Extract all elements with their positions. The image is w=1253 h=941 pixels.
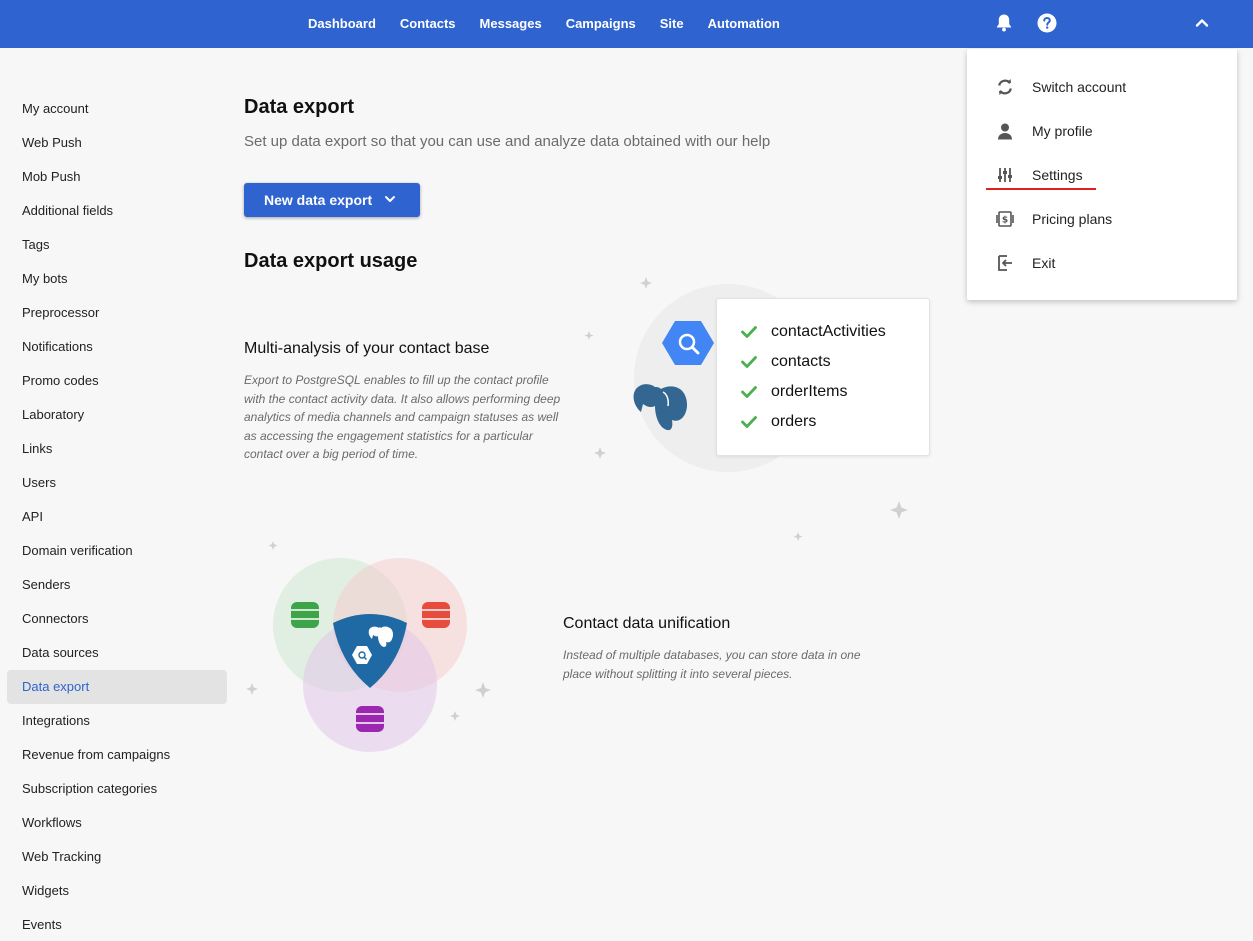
svg-text:$: $ [1002,216,1008,226]
sidebar-item-revenue-from-campaigns[interactable]: Revenue from campaigns [7,738,227,772]
menu-item-switch-account[interactable]: Switch account [967,65,1237,109]
sliders-icon [995,165,1015,185]
sidebar-item-workflows[interactable]: Workflows [7,806,227,840]
menu-item-label: Switch account [1032,79,1127,95]
list-item: contacts [717,347,929,377]
table-name: orderItems [771,383,848,400]
table-name: contacts [771,353,831,370]
person-icon [995,121,1015,141]
menu-item-label: Settings [1032,167,1083,183]
sidebar-item-my-bots[interactable]: My bots [7,262,227,296]
sidebar-item-notifications[interactable]: Notifications [7,330,227,364]
sidebar-item-preprocessor[interactable]: Preprocessor [7,296,227,330]
sidebar-item-data-sources[interactable]: Data sources [7,636,227,670]
menu-item-label: Pricing plans [1032,211,1113,227]
sidebar-item-links[interactable]: Links [7,432,227,466]
menu-item-exit[interactable]: Exit [967,241,1237,285]
sidebar-item-events[interactable]: Events [7,908,227,941]
sidebar-item-connectors[interactable]: Connectors [7,602,227,636]
database-icon-purple [356,706,384,732]
check-icon [741,326,757,338]
sidebar-item-my-account[interactable]: My account [7,92,227,126]
sidebar-item-senders[interactable]: Senders [7,568,227,602]
money-icon: $ [995,209,1015,229]
bell-icon[interactable] [993,12,1015,34]
unification-illustration [246,541,491,752]
list-item: orders [717,407,929,437]
page-subtitle: Set up data export so that you can use a… [244,133,771,150]
check-icon [741,356,757,368]
account-dropdown-menu: Switch account My profile Settings $ Pri… [967,49,1237,300]
table-name: orders [771,413,817,430]
sidebar-item-promo-codes[interactable]: Promo codes [7,364,227,398]
unification-text: Instead of multiple databases, you can s… [563,648,861,681]
multi-analysis-text: Export to PostgreSQL enables to fill up … [244,373,561,461]
sidebar-item-web-tracking[interactable]: Web Tracking [7,840,227,874]
settings-sidebar: My account Web Push Mob Push Additional … [7,92,227,941]
chevron-down-icon [385,196,395,202]
menu-item-label: Exit [1032,255,1056,271]
check-icon [741,416,757,428]
sidebar-item-laboratory[interactable]: Laboratory [7,398,227,432]
sidebar-item-api[interactable]: API [7,500,227,534]
page-title: Data export [244,96,355,118]
sidebar-item-tags[interactable]: Tags [7,228,227,262]
menu-item-label: My profile [1032,123,1093,139]
table-name: contactActivities [771,323,886,340]
settings-highlight-underline [986,188,1096,190]
exit-icon [995,253,1015,273]
sidebar-item-subscription-categories[interactable]: Subscription categories [7,772,227,806]
sidebar-item-web-push[interactable]: Web Push [7,126,227,160]
sidebar-item-widgets[interactable]: Widgets [7,874,227,908]
new-data-export-label: New data export [264,192,373,208]
sidebar-item-integrations[interactable]: Integrations [7,704,227,738]
chevron-up-icon[interactable] [1191,12,1213,34]
database-icon-green [291,602,319,628]
sync-icon [995,77,1015,97]
menu-item-settings[interactable]: Settings [967,153,1237,197]
menu-item-my-profile[interactable]: My profile [967,109,1237,153]
menu-item-pricing-plans[interactable]: $ Pricing plans [967,197,1237,241]
multi-analysis-title: Multi-analysis of your contact base [244,340,490,357]
unification-title: Contact data unification [563,615,731,632]
sidebar-item-data-export[interactable]: Data export [7,670,227,704]
list-item: orderItems [717,377,929,407]
new-data-export-button[interactable]: New data export [244,183,420,217]
list-item: contactActivities [717,317,929,347]
sidebar-item-users[interactable]: Users [7,466,227,500]
sidebar-item-domain-verification[interactable]: Domain verification [7,534,227,568]
database-icon-red [422,602,450,628]
help-icon[interactable] [1036,12,1058,34]
check-icon [741,386,757,398]
sidebar-item-additional-fields[interactable]: Additional fields [7,194,227,228]
export-tables-card: contactActivities contacts orderItems or… [716,298,930,456]
usage-section-title: Data export usage [244,250,418,272]
sidebar-item-mob-push[interactable]: Mob Push [7,160,227,194]
